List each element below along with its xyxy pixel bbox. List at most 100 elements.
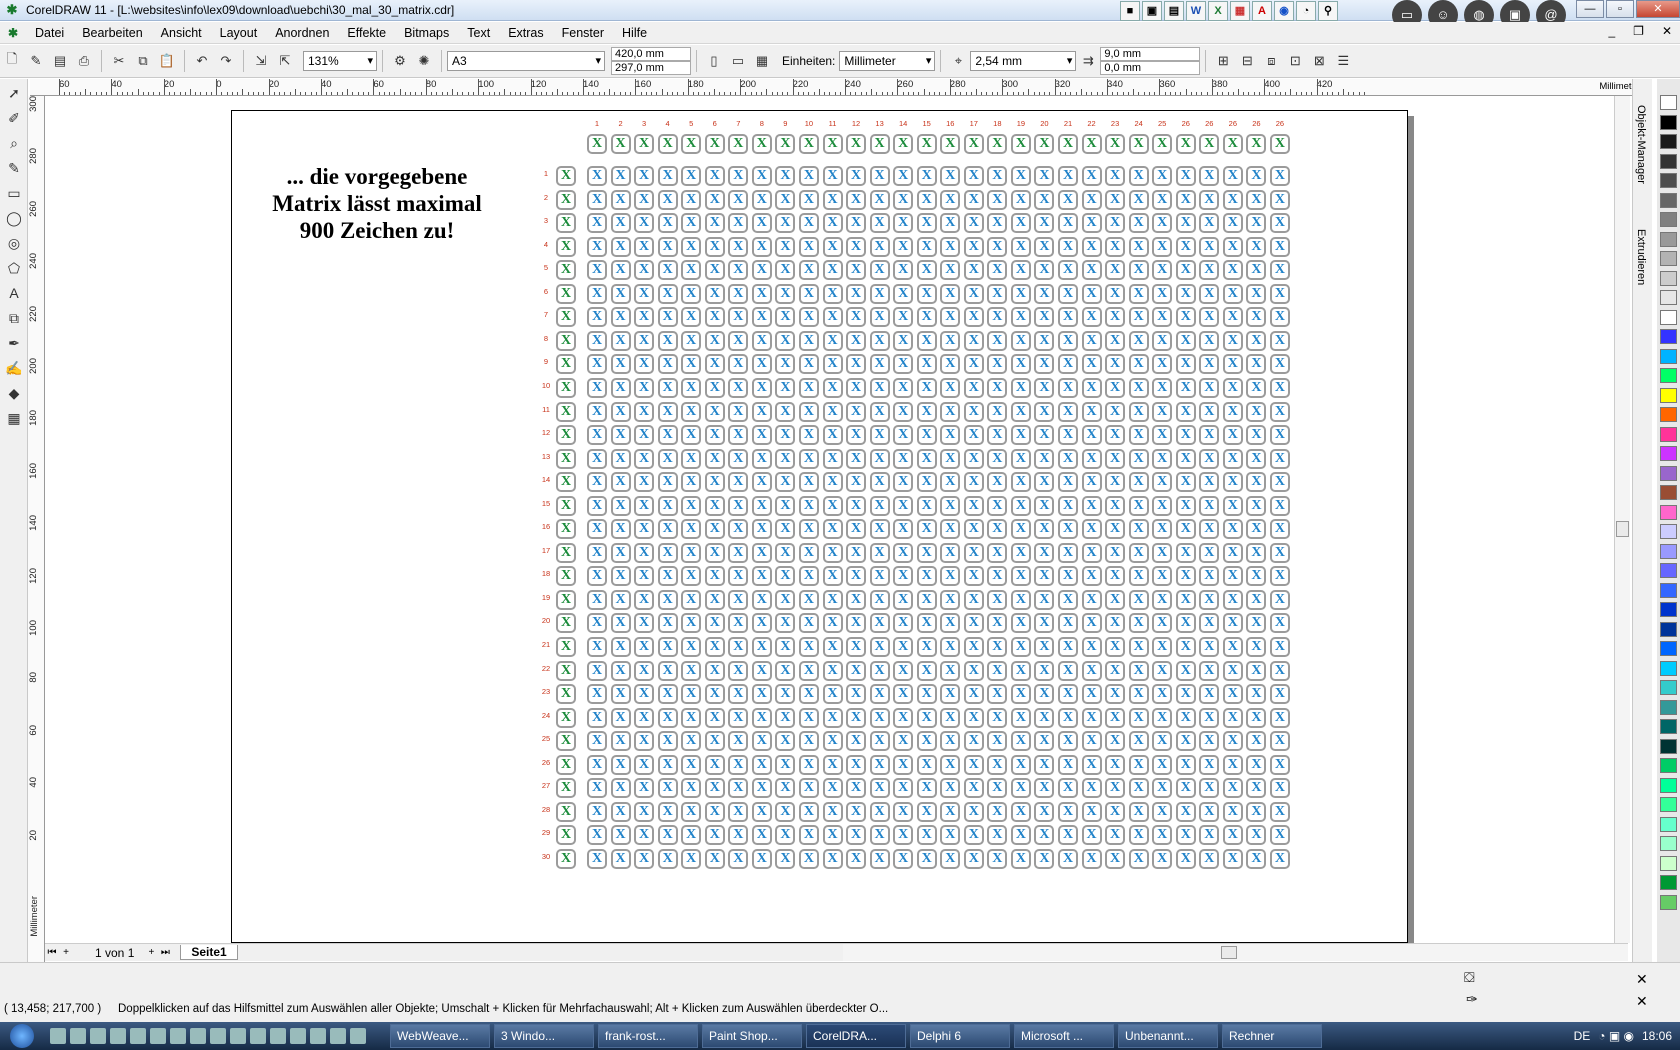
matrix-cell[interactable]: X [1105,354,1126,375]
matrix-cell[interactable]: X [963,754,984,775]
matrix-cell[interactable]: X [846,425,867,446]
docker-tab-extrudieren[interactable]: Extrudieren [1635,229,1647,285]
row-number[interactable]: 19 [538,593,554,602]
quick-launch-icon[interactable] [190,1028,206,1044]
palette-swatch[interactable] [1660,212,1677,227]
matrix-cell[interactable]: X [940,542,961,563]
palette-swatch[interactable] [1660,738,1677,754]
matrix-cell[interactable]: X [940,236,961,257]
matrix-cell[interactable]: X [610,731,631,752]
matrix-cell[interactable]: X [798,377,819,398]
matrix-cell[interactable]: X [1222,707,1243,728]
matrix-cell[interactable]: X [1128,495,1149,516]
palette-swatch[interactable] [1660,387,1677,403]
minimize-button[interactable]: — [1576,0,1604,18]
matrix-cell[interactable]: X [846,589,867,610]
matrix-cell[interactable]: X [657,472,678,493]
matrix-cell[interactable]: X [798,754,819,775]
quick-launch-icon[interactable] [250,1028,266,1044]
matrix-cell[interactable]: X [1222,260,1243,281]
matrix-cell[interactable]: X [610,283,631,304]
matrix-cell[interactable]: X [893,848,914,869]
matrix-cell[interactable]: X [846,330,867,351]
zoom-combo[interactable]: 131% [303,51,377,71]
matrix-cell[interactable]: X [1128,519,1149,540]
header-cell[interactable]: X [1246,134,1267,154]
matrix-cell[interactable]: X [657,330,678,351]
matrix-cell[interactable]: X [1199,566,1220,587]
matrix-cell[interactable]: X [1081,754,1102,775]
matrix-cell[interactable]: X [775,425,796,446]
matrix-cell[interactable]: X [1222,613,1243,634]
document-icon[interactable]: ✱ [8,26,26,40]
matrix-cell[interactable]: X [869,283,890,304]
matrix-cell[interactable]: X [775,707,796,728]
matrix-cell[interactable]: X [1058,307,1078,328]
matrix-cell[interactable]: X [1152,283,1173,304]
matrix-cell[interactable]: X [1269,425,1290,446]
matrix-cell[interactable]: X [1175,495,1196,516]
matrix-cell[interactable]: X [916,801,937,822]
matrix-cell[interactable]: X [963,448,984,469]
redo-icon[interactable]: ↷ [216,51,236,71]
ellipse-tool-icon[interactable]: ◯ [3,207,25,229]
matrix-cell[interactable]: X [1081,283,1102,304]
matrix-cell[interactable]: X [987,731,1008,752]
matrix-cell[interactable]: X [822,684,843,705]
matrix-cell[interactable]: X [751,260,772,281]
matrix-cell[interactable]: X [775,236,796,257]
matrix-cell[interactable]: X [916,613,937,634]
matrix-cell[interactable]: X [704,589,725,610]
matrix-cell[interactable]: X [869,260,890,281]
matrix-cell[interactable]: X [798,848,819,869]
matrix-cell[interactable]: X [587,472,607,493]
row-number[interactable]: 11 [538,405,554,414]
matrix-cell[interactable]: X [751,189,772,210]
matrix-cell[interactable]: X [798,425,819,446]
matrix-cell[interactable]: X [634,166,655,186]
matrix-cell[interactable]: X [1246,684,1267,705]
matrix-cell[interactable]: X [869,778,890,799]
matrix-cell[interactable]: X [587,425,607,446]
row-header-cell[interactable]: X [556,495,576,516]
matrix-cell[interactable]: X [940,801,961,822]
taskbar-button-microsoft[interactable]: Microsoft ... [1014,1024,1114,1048]
matrix-cell[interactable]: X [704,166,725,186]
row-number[interactable]: 7 [538,310,554,319]
matrix-cell[interactable]: X [1058,613,1078,634]
matrix-cell[interactable]: X [1175,566,1196,587]
matrix-cell[interactable]: X [704,707,725,728]
matrix-cell[interactable]: X [634,354,655,375]
matrix-cell[interactable]: X [1010,707,1031,728]
matrix-cell[interactable]: X [1058,801,1078,822]
matrix-cell[interactable]: X [634,707,655,728]
matrix-cell[interactable]: X [940,566,961,587]
matrix-cell[interactable]: X [1010,283,1031,304]
matrix-cell[interactable]: X [1128,589,1149,610]
matrix-cell[interactable]: X [963,401,984,422]
row-header-cell[interactable]: X [556,401,576,422]
matrix-cell[interactable]: X [1105,707,1126,728]
matrix-cell[interactable]: X [775,472,796,493]
matrix-cell[interactable]: X [587,660,607,681]
column-number[interactable]: 19 [1013,119,1029,128]
matrix-cell[interactable]: X [1105,307,1126,328]
matrix-cell[interactable]: X [798,589,819,610]
menu-extras[interactable]: Extras [499,22,552,44]
matrix-cell[interactable]: X [1269,377,1290,398]
matrix-cell[interactable]: X [1269,236,1290,257]
matrix-cell[interactable]: X [869,566,890,587]
matrix-cell[interactable]: X [798,542,819,563]
matrix-cell[interactable]: X [681,637,702,657]
matrix-cell[interactable]: X [963,542,984,563]
matrix-cell[interactable]: X [1034,754,1055,775]
header-cell[interactable]: X [1034,134,1055,154]
column-number[interactable]: 7 [730,119,746,128]
matrix-cell[interactable]: X [1199,825,1220,846]
matrix-cell[interactable]: X [1128,707,1149,728]
matrix-cell[interactable]: X [940,260,961,281]
matrix-cell[interactable]: X [822,566,843,587]
matrix-cell[interactable]: X [728,236,749,257]
app-shortcut-icon[interactable]: ⚲ [1318,0,1338,21]
row-number[interactable]: 5 [538,263,554,272]
